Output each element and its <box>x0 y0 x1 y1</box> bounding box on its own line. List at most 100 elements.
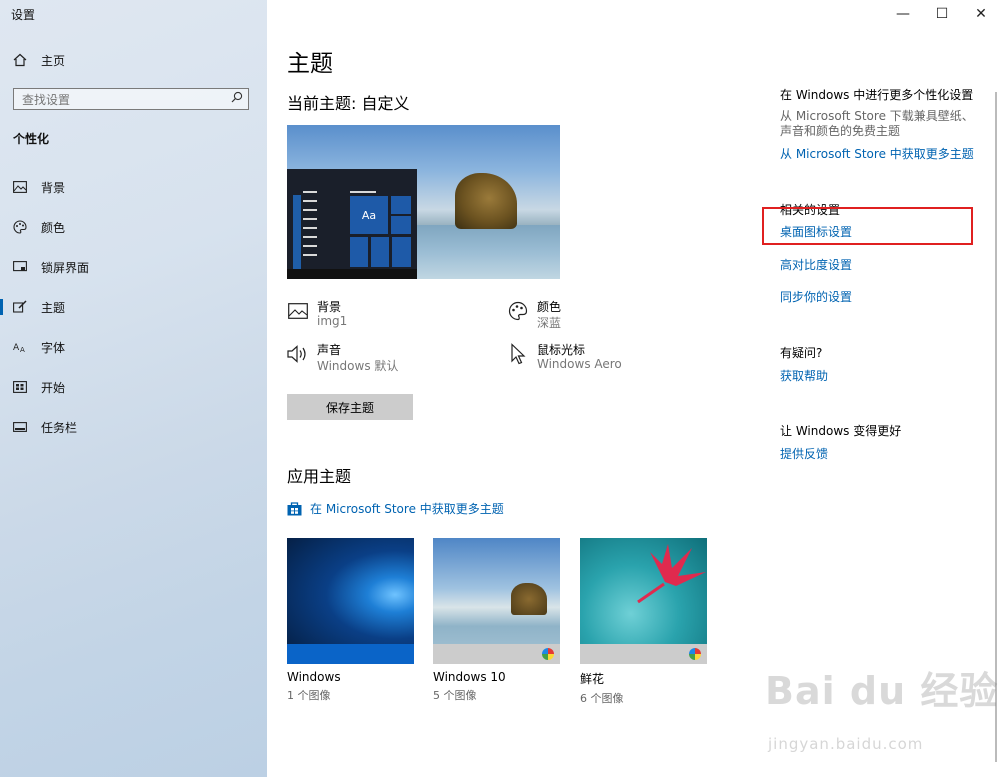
preview-menu-line <box>303 218 317 220</box>
prop-value: Windows Aero <box>537 357 622 371</box>
start-icon <box>12 381 28 393</box>
preview-start-bar <box>293 195 301 269</box>
watermark-logo: Bai du 经验 <box>765 669 999 713</box>
font-icon: AA <box>12 341 28 353</box>
sidebar: 设置 主页 个性化 背景 颜色 锁屏界面 主题 <box>0 0 267 777</box>
close-button[interactable]: ✕ <box>964 4 998 24</box>
sidebar-item-fonts[interactable]: AA 字体 <box>0 332 267 362</box>
preview-tile <box>350 237 368 267</box>
color-dot-icon <box>689 648 701 660</box>
sidebar-item-label: 颜色 <box>41 220 66 235</box>
high-contrast-settings-link[interactable]: 高对比度设置 <box>780 256 852 273</box>
theme-card-flowers[interactable]: 鲜花 6 个图像 <box>580 538 707 706</box>
sidebar-item-background[interactable]: 背景 <box>0 172 267 202</box>
theme-card-windows10[interactable]: Windows 10 5 个图像 <box>433 538 560 703</box>
prop-name: 声音 <box>317 343 342 357</box>
prop-value: 深蓝 <box>537 316 562 330</box>
theme-image-count: 5 个图像 <box>433 689 477 702</box>
save-theme-button[interactable]: 保存主题 <box>287 394 413 420</box>
preview-menu-line <box>350 191 376 193</box>
highlight-box <box>762 207 973 245</box>
page-title: 主题 <box>287 51 333 77</box>
more-personalization-heading: 在 Windows 中进行更多个性化设置 <box>780 88 974 102</box>
preview-tile <box>392 237 411 267</box>
preview-tile-aa: Aa <box>350 196 388 234</box>
preview-menu-line <box>303 254 317 256</box>
search-icon[interactable] <box>231 91 243 106</box>
image-icon <box>287 300 309 322</box>
home-icon <box>12 53 28 67</box>
palette-icon <box>507 300 529 322</box>
sidebar-item-label: 背景 <box>41 180 66 195</box>
preview-tile <box>371 237 389 267</box>
theme-thumbnail <box>287 538 414 664</box>
theme-thumbnail <box>580 538 707 664</box>
speaker-icon <box>287 343 309 365</box>
palette-icon <box>12 220 28 234</box>
get-help-link[interactable]: 获取帮助 <box>780 367 828 384</box>
prop-name: 颜色 <box>537 300 562 314</box>
theme-name: Windows <box>287 670 341 684</box>
theme-image-count: 1 个图像 <box>287 689 331 702</box>
preview-taskbar <box>287 269 417 279</box>
prop-name: 鼠标光标 <box>537 343 586 357</box>
sidebar-item-colors[interactable]: 颜色 <box>0 212 267 242</box>
sidebar-item-label: 主页 <box>41 53 66 68</box>
improve-windows-heading: 让 Windows 变得更好 <box>780 424 902 438</box>
sidebar-item-label: 任务栏 <box>41 420 78 435</box>
sidebar-item-start[interactable]: 开始 <box>0 372 267 402</box>
prop-name: 背景 <box>317 300 342 314</box>
sidebar-item-label: 字体 <box>41 340 66 355</box>
store-bag-icon <box>287 501 302 516</box>
theme-preview: Aa <box>287 125 560 279</box>
minimize-button[interactable]: — <box>886 4 920 24</box>
sidebar-item-label: 锁屏界面 <box>41 260 90 275</box>
maximize-button[interactable]: ☐ <box>925 4 959 24</box>
svg-text:A: A <box>20 346 25 353</box>
theme-name: 鲜花 <box>580 672 605 686</box>
store-link-label: 在 Microsoft Store 中获取更多主题 <box>310 502 504 516</box>
prop-value: Windows 默认 <box>317 359 399 373</box>
preview-menu-line <box>303 227 317 229</box>
search-input[interactable] <box>22 93 222 107</box>
preview-menu-line <box>303 245 317 247</box>
svg-text:A: A <box>13 343 20 353</box>
theme-thumbnail <box>433 538 560 664</box>
preview-tile <box>391 216 411 234</box>
sidebar-item-label: 主题 <box>41 300 66 315</box>
watermark-url: jingyan.baidu.com <box>768 735 924 753</box>
sidebar-item-taskbar[interactable]: 任务栏 <box>0 412 267 442</box>
search-box[interactable] <box>13 88 249 110</box>
preview-sea <box>417 225 560 279</box>
more-personalization-desc: 从 Microsoft Store 下载兼具壁纸、声音和颜色的免费主题 <box>780 109 974 138</box>
image-icon <box>12 181 28 193</box>
sidebar-item-home[interactable]: 主页 <box>0 45 267 75</box>
preview-menu-line <box>303 191 317 193</box>
preview-menu-line <box>303 200 317 202</box>
prop-value: img1 <box>317 314 348 328</box>
taskbar-icon <box>12 422 28 432</box>
store-themes-link[interactable]: 在 Microsoft Store 中获取更多主题 <box>287 500 504 517</box>
sync-settings-link[interactable]: 同步你的设置 <box>780 288 852 305</box>
cursor-icon <box>507 343 529 365</box>
sidebar-item-label: 开始 <box>41 380 66 395</box>
theme-brush-icon <box>12 300 28 314</box>
section-heading: 个性化 <box>13 132 50 146</box>
theme-card-windows[interactable]: Windows 1 个图像 <box>287 538 414 703</box>
theme-name: Windows 10 <box>433 670 506 684</box>
get-more-themes-link[interactable]: 从 Microsoft Store 中获取更多主题 <box>780 145 974 162</box>
sidebar-item-themes[interactable]: 主题 <box>0 292 267 322</box>
theme-image-count: 6 个图像 <box>580 692 624 705</box>
apply-theme-heading: 应用主题 <box>287 467 352 486</box>
preview-tile <box>391 196 411 214</box>
give-feedback-link[interactable]: 提供反馈 <box>780 445 828 462</box>
preview-menu-line <box>303 236 317 238</box>
lock-screen-icon <box>12 261 28 273</box>
current-theme-heading: 当前主题: 自定义 <box>287 94 410 113</box>
color-dot-icon <box>542 648 554 660</box>
preview-menu-line <box>303 209 317 211</box>
window-title: 设置 <box>11 8 36 22</box>
preview-rock <box>455 173 517 229</box>
sidebar-item-lock-screen[interactable]: 锁屏界面 <box>0 252 267 282</box>
questions-heading: 有疑问? <box>780 346 823 360</box>
